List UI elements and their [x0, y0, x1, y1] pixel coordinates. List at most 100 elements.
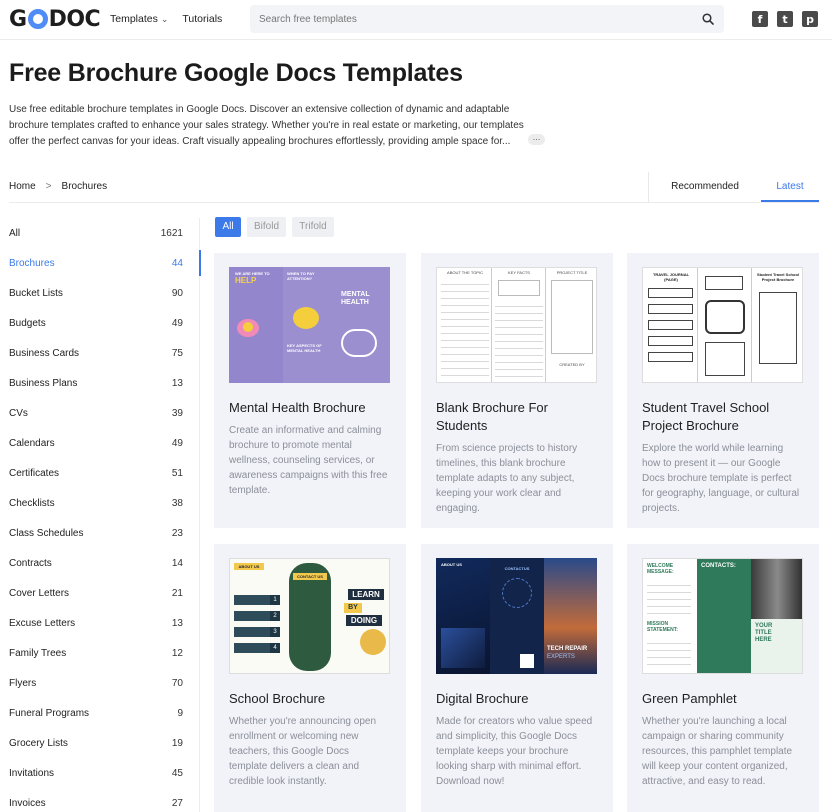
- thumb-box: [551, 280, 593, 354]
- template-title[interactable]: School Brochure: [229, 690, 394, 708]
- thumb-text: ABOUT US: [234, 563, 264, 570]
- fold-line: [751, 268, 752, 382]
- thumb-text: BY: [344, 603, 362, 613]
- sidebar-item[interactable]: Brochures 44: [0, 248, 201, 278]
- tab-latest[interactable]: Latest: [761, 172, 819, 202]
- template-description: Create an informative and calming brochu…: [229, 423, 396, 498]
- filter-bifold[interactable]: Bifold: [247, 217, 286, 237]
- sidebar-item[interactable]: All 1621: [0, 218, 200, 248]
- pinterest-icon[interactable]: p: [802, 11, 818, 27]
- template-thumbnail: WE ARE HERE TO HELP WHEN TO PAY ATTENTIO…: [229, 267, 390, 383]
- tab-recommended[interactable]: Recommended: [649, 172, 761, 202]
- template-card[interactable]: ABOUT US CONTACTUS TECH REPAIR EXPERTS D…: [421, 544, 613, 812]
- sidebar-item[interactable]: Class Schedules 23: [0, 518, 200, 548]
- thumb-text: TECH REPAIR: [547, 646, 588, 652]
- template-thumbnail: ABOUT US CONTACTUS TECH REPAIR EXPERTS: [436, 558, 597, 674]
- sidebar-item-label: Family Trees: [9, 648, 67, 659]
- main-nav: Templates ⌄ Tutorials: [110, 13, 222, 25]
- sidebar-item[interactable]: Grocery Lists 19: [0, 728, 200, 758]
- gdoc-logo[interactable]: G DOC: [9, 7, 101, 32]
- intro-line: brochure templates crafted to enhance yo…: [9, 120, 524, 131]
- sidebar-item-count: 13: [171, 378, 183, 389]
- sidebar-item-label: Flyers: [9, 678, 37, 689]
- qr-code-icon: [520, 654, 534, 668]
- sidebar-item[interactable]: Calendars 49: [0, 428, 200, 458]
- sidebar-item-label: Invitations: [9, 768, 55, 779]
- sidebar-item[interactable]: Invoices 27: [0, 788, 200, 812]
- sidebar-item[interactable]: Bucket Lists 90: [0, 278, 200, 308]
- sidebar-item-count: 44: [171, 258, 183, 269]
- template-card[interactable]: TRAVEL JOURNAL (PAGE) Student Travel Sch…: [627, 253, 819, 528]
- intro-line: offer the perfect canvas for your ideas.…: [9, 136, 511, 147]
- thumb-lines: [495, 300, 543, 378]
- thumb-photo: [751, 559, 802, 619]
- template-title[interactable]: Student Travel School Project Brochure: [642, 399, 807, 435]
- template-card[interactable]: WELCOME MESSAGE: MISSION STATEMENT: CONT…: [627, 544, 819, 812]
- category-sidebar: All 1621 Brochures 44 Bucket Lists 90 Budgets 4…: [0, 218, 201, 812]
- sidebar-item-count: 39: [171, 408, 183, 419]
- sidebar-item[interactable]: Cover Letters 21: [0, 578, 200, 608]
- sidebar-item-label: Calendars: [9, 438, 55, 449]
- template-thumbnail: WELCOME MESSAGE: MISSION STATEMENT: CONT…: [642, 558, 803, 674]
- sidebar-item-label: Budgets: [9, 318, 46, 329]
- fold-line: [545, 268, 546, 382]
- sidebar-item[interactable]: Funeral Programs 9: [0, 698, 200, 728]
- thumb-photo: [360, 629, 386, 655]
- thumb-text: CREATED BY: [559, 362, 585, 367]
- sidebar-item-count: 49: [171, 438, 183, 449]
- template-card[interactable]: ABOUT THE TOPIC KEY FACTS PROJECT TITLE …: [421, 253, 613, 528]
- sidebar-item[interactable]: Excuse Letters 13: [0, 608, 200, 638]
- template-card[interactable]: WE ARE HERE TO HELP WHEN TO PAY ATTENTIO…: [214, 253, 406, 528]
- sidebar-item[interactable]: Certificates 51: [0, 458, 200, 488]
- search-icon[interactable]: [702, 13, 714, 25]
- sidebar-item[interactable]: Checklists 38: [0, 488, 200, 518]
- template-description: Made for creators who value speed and si…: [436, 714, 603, 789]
- facebook-icon[interactable]: f: [752, 11, 768, 27]
- sidebar-item[interactable]: CVs 39: [0, 398, 200, 428]
- sidebar-item-count: 70: [171, 678, 183, 689]
- desc-line: looking sharp with minimal effort.: [436, 761, 582, 772]
- sidebar-item-label: Contracts: [9, 558, 52, 569]
- chevron-down-icon: ⌄: [160, 14, 169, 24]
- thumb-box: [234, 643, 270, 653]
- desc-line: attractive, and easy to read.: [642, 776, 766, 787]
- sidebar-item-count: 19: [171, 738, 183, 749]
- template-title[interactable]: Digital Brochure: [436, 690, 601, 708]
- sidebar-item[interactable]: Flyers 70: [0, 668, 200, 698]
- desc-line: awareness campaigns with this free: [229, 470, 388, 481]
- desc-line: template.: [229, 485, 271, 496]
- search-input[interactable]: [259, 5, 679, 33]
- template-description: Explore the world while learning how to …: [642, 441, 809, 516]
- sidebar-item[interactable]: Invitations 45: [0, 758, 200, 788]
- nav-tutorials[interactable]: Tutorials: [182, 13, 222, 25]
- read-more-button[interactable]: ...: [528, 133, 545, 145]
- breadcrumb-home[interactable]: Home: [9, 181, 36, 192]
- sidebar-item[interactable]: Business Plans 13: [0, 368, 200, 398]
- thumb-lines: [647, 637, 691, 667]
- filter-trifold[interactable]: Trifold: [292, 217, 334, 237]
- sidebar-item-label: Funeral Programs: [9, 708, 90, 719]
- nav-templates[interactable]: Templates ⌄: [110, 13, 168, 25]
- thumb-shape: [243, 322, 253, 332]
- template-title[interactable]: Mental Health Brochure: [229, 399, 394, 417]
- filter-all[interactable]: All: [215, 217, 241, 237]
- sidebar-item-count: 1621: [160, 228, 183, 239]
- desc-line: for geography, language, or cultural: [642, 488, 800, 499]
- desc-line: enrollment or welcoming new: [229, 731, 359, 742]
- template-title[interactable]: Blank Brochure For Students: [436, 399, 601, 435]
- sidebar-item[interactable]: Budgets 49: [0, 308, 200, 338]
- sidebar-item[interactable]: Family Trees 12: [0, 638, 200, 668]
- sidebar-item[interactable]: Contracts 14: [0, 548, 200, 578]
- twitter-icon[interactable]: t: [777, 11, 793, 27]
- page-title: Free Brochure Google Docs Templates: [9, 59, 463, 87]
- template-card[interactable]: ABOUT US 1 2 3 4 CONTACT US LEARN BY DOI…: [214, 544, 406, 812]
- template-title[interactable]: Green Pamphlet: [642, 690, 807, 708]
- template-description: From science projects to history timelin…: [436, 441, 603, 516]
- sidebar-item-count: 38: [171, 498, 183, 509]
- desc-line: campaign or sharing community: [642, 731, 784, 742]
- sidebar-item[interactable]: Business Cards 75: [0, 338, 200, 368]
- desc-line: Whether you're launching a local: [642, 716, 787, 727]
- thumb-box: [705, 300, 745, 334]
- sidebar-item-count: 23: [171, 528, 183, 539]
- thumb-text: CONTACTUS: [504, 566, 530, 571]
